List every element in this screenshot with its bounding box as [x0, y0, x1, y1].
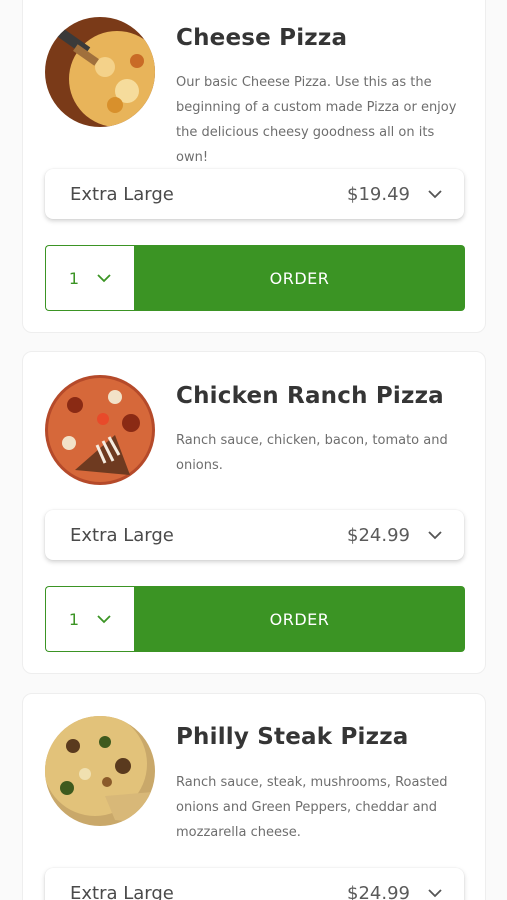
chevron-down-icon: [428, 530, 442, 540]
item-description: Ranch sauce, steak, mushrooms, Roasted o…: [176, 775, 448, 840]
menu-item-card: Philly Steak Pizza Ranch sauce, steak, m…: [22, 693, 486, 900]
chevron-down-icon: [97, 273, 111, 283]
size-dropdown[interactable]: Extra Large $24.99: [45, 510, 464, 560]
item-title: Cheese Pizza: [176, 25, 348, 51]
chevron-down-icon: [428, 888, 442, 898]
menu-list: Cheese Pizza Our basic Cheese Pizza. Use…: [0, 0, 507, 900]
order-button[interactable]: ORDER: [134, 586, 465, 652]
size-label: Extra Large: [70, 524, 174, 546]
quantity-value: 1: [68, 268, 80, 288]
menu-item-card: Cheese Pizza Our basic Cheese Pizza. Use…: [22, 0, 486, 333]
size-dropdown[interactable]: Extra Large $24.99: [45, 868, 464, 900]
quantity-dropdown[interactable]: 1: [45, 245, 134, 311]
philly-steak-pizza-image: [45, 716, 155, 826]
order-row: 1 ORDER: [45, 586, 465, 652]
chevron-down-icon: [97, 614, 111, 624]
quantity-dropdown[interactable]: 1: [45, 586, 134, 652]
menu-item-card: Chicken Ranch Pizza Ranch sauce, chicken…: [22, 351, 486, 674]
item-description: Ranch sauce, chicken, bacon, tomato and …: [176, 433, 448, 473]
size-label: Extra Large: [70, 183, 174, 205]
item-price: $24.99: [347, 882, 410, 900]
item-price: $19.49: [347, 183, 410, 205]
quantity-value: 1: [68, 609, 80, 629]
item-description: Our basic Cheese Pizza. Use this as the …: [176, 75, 457, 165]
order-button[interactable]: ORDER: [134, 245, 465, 311]
cheese-pizza-image: [45, 17, 155, 127]
chicken-ranch-pizza-image: [45, 375, 155, 485]
size-dropdown[interactable]: Extra Large $19.49: [45, 169, 464, 219]
size-label: Extra Large: [70, 882, 174, 900]
item-title: Chicken Ranch Pizza: [176, 383, 444, 409]
order-row: 1 ORDER: [45, 245, 465, 311]
item-title: Philly Steak Pizza: [176, 724, 409, 750]
chevron-down-icon: [428, 189, 442, 199]
item-price: $24.99: [347, 524, 410, 546]
